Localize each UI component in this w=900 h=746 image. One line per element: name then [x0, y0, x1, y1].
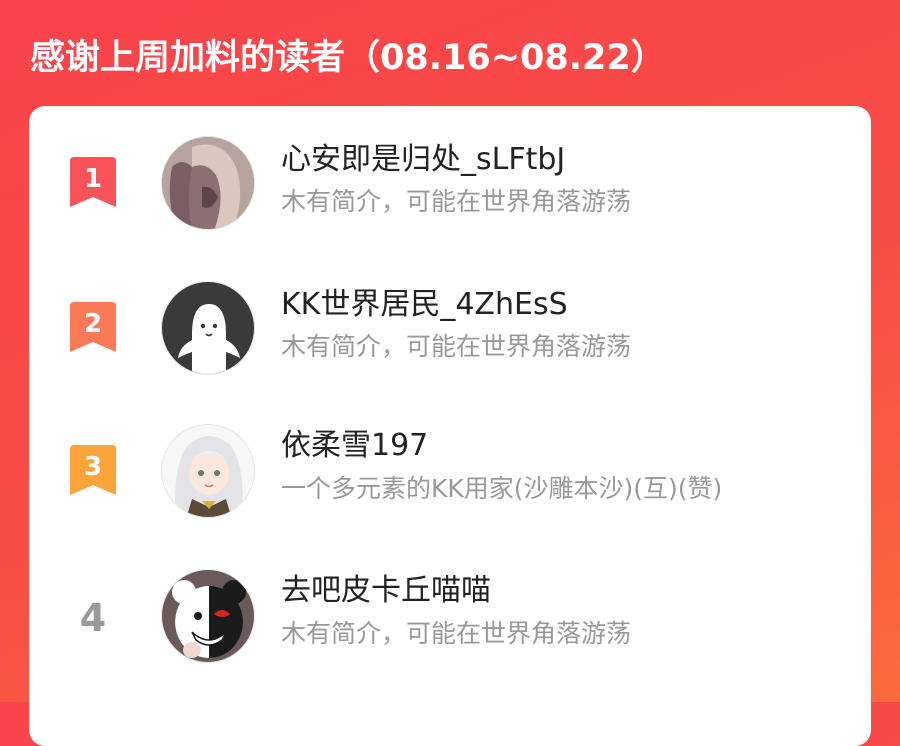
reader-name[interactable]: 去吧皮卡丘喵喵	[281, 571, 491, 611]
reader-list-card: 1 心安即是归处_sLFtbJ 木有简介，可能在世界角落游荡 2 KK世界居民_…	[29, 106, 871, 746]
rank-1-ribbon-icon: 1	[68, 157, 118, 209]
avatar[interactable]	[161, 569, 255, 663]
rank-number: 4	[79, 596, 107, 640]
reader-bio: 木有简介，可能在世界角落游荡	[281, 187, 632, 216]
page-title: 感谢上周加料的读者（08.16~08.22）	[30, 38, 666, 78]
reader-bio: 木有简介，可能在世界角落游荡	[281, 332, 632, 361]
reader-name[interactable]: 心安即是归处_sLFtbJ	[281, 140, 565, 180]
rank-2-ribbon-icon: 2	[68, 302, 118, 354]
reader-bio: 木有简介，可能在世界角落游荡	[281, 619, 632, 648]
avatar[interactable]	[161, 281, 255, 375]
rank-number: 1	[84, 164, 102, 194]
avatar[interactable]	[161, 424, 255, 518]
reader-bio: 一个多元素的KK用家(沙雕本沙)(互)(赞)	[281, 474, 723, 503]
reader-row-3[interactable]: 3 依柔雪197 一个多元素的KK用家(沙雕本沙)(互)(赞)	[29, 396, 871, 536]
avatar[interactable]	[161, 136, 255, 230]
rank-number: 2	[84, 309, 102, 339]
reader-row-2[interactable]: 2 KK世界居民_4ZhEsS 木有简介，可能在世界角落游荡	[29, 251, 871, 391]
rank-number: 3	[84, 452, 102, 482]
reader-row-1[interactable]: 1 心安即是归处_sLFtbJ 木有简介，可能在世界角落游荡	[29, 106, 871, 246]
reader-name[interactable]: 依柔雪197	[281, 426, 428, 466]
reader-row-4[interactable]: 4 去吧皮卡丘喵喵 木有简介，可能在世界角落游荡	[29, 541, 871, 681]
reader-name[interactable]: KK世界居民_4ZhEsS	[281, 285, 568, 325]
rank-3-ribbon-icon: 3	[68, 445, 118, 497]
